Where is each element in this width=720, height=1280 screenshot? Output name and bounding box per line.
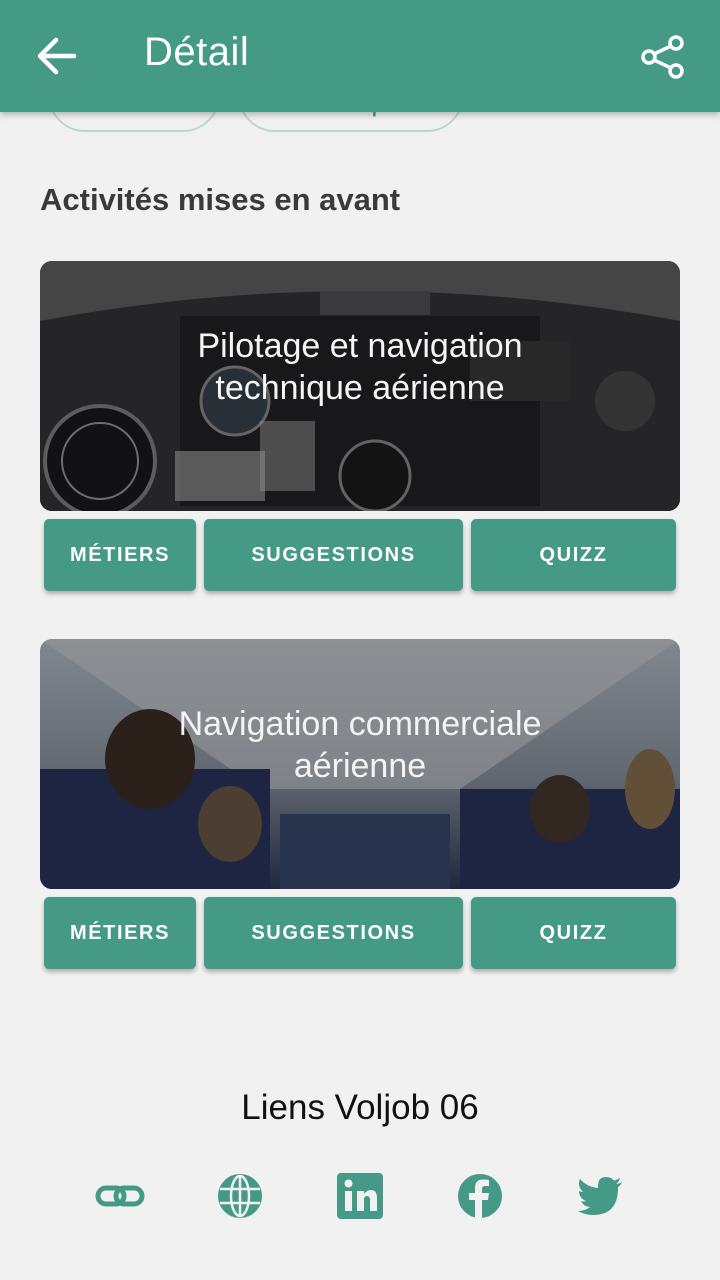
page-title: Détail: [144, 30, 250, 74]
suggestions-button[interactable]: SUGGESTIONS: [204, 897, 463, 969]
quizz-button[interactable]: QUIZZ: [471, 897, 676, 969]
link-icon[interactable]: [94, 1170, 146, 1222]
activity-card-navigation-commerciale[interactable]: Navigation commerciale aérienne: [40, 639, 680, 889]
activity-title: Navigation commerciale aérienne: [178, 705, 542, 785]
links-title: Liens Voljob 06: [241, 1088, 479, 1127]
arrow-left-icon[interactable]: [34, 36, 78, 76]
metiers-button[interactable]: MÉTIERS: [44, 897, 196, 969]
linkedin-icon[interactable]: [334, 1170, 386, 1222]
share-icon[interactable]: [640, 34, 686, 80]
activity-card-pilotage[interactable]: Pilotage et navigation technique aérienn…: [40, 261, 680, 511]
links-row: [0, 1170, 720, 1222]
suggestions-button[interactable]: SUGGESTIONS: [204, 519, 463, 591]
activity-title: Pilotage et navigation technique aérienn…: [197, 327, 523, 407]
section-title: Activités mises en avant: [40, 182, 401, 217]
quizz-button[interactable]: QUIZZ: [471, 519, 676, 591]
activity-actions: MÉTIERS SUGGESTIONS QUIZZ: [44, 519, 676, 591]
facebook-icon[interactable]: [454, 1170, 506, 1222]
activity-actions: MÉTIERS SUGGESTIONS QUIZZ: [44, 897, 676, 969]
twitter-icon[interactable]: [574, 1170, 626, 1222]
app-bar: Détail: [0, 0, 720, 112]
globe-icon[interactable]: [214, 1170, 266, 1222]
metiers-button[interactable]: MÉTIERS: [44, 519, 196, 591]
